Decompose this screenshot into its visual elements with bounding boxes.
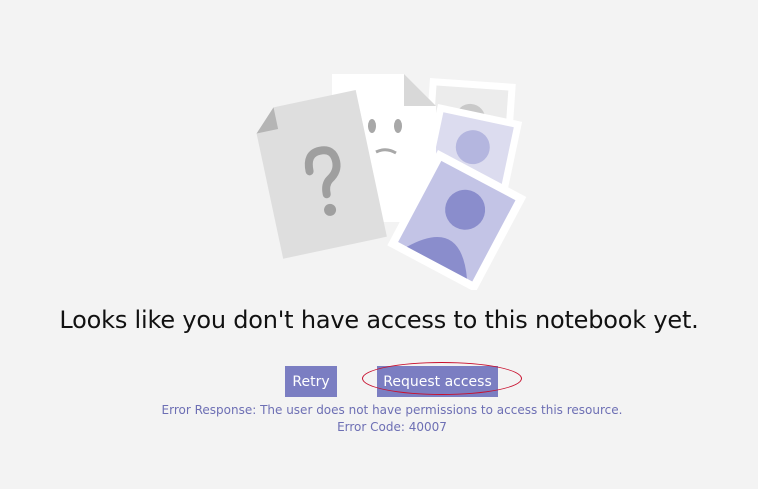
request-access-button[interactable]: Request access	[377, 366, 498, 397]
retry-button[interactable]: Retry	[285, 366, 337, 397]
error-code-text: Error Code: 40007	[337, 420, 447, 434]
access-denied-page: Looks like you don't have access to this…	[0, 0, 758, 489]
no-access-illustration	[256, 74, 527, 290]
error-response-text: Error Response: The user does not have p…	[161, 403, 623, 417]
page-title: Looks like you don't have access to this…	[59, 306, 699, 334]
